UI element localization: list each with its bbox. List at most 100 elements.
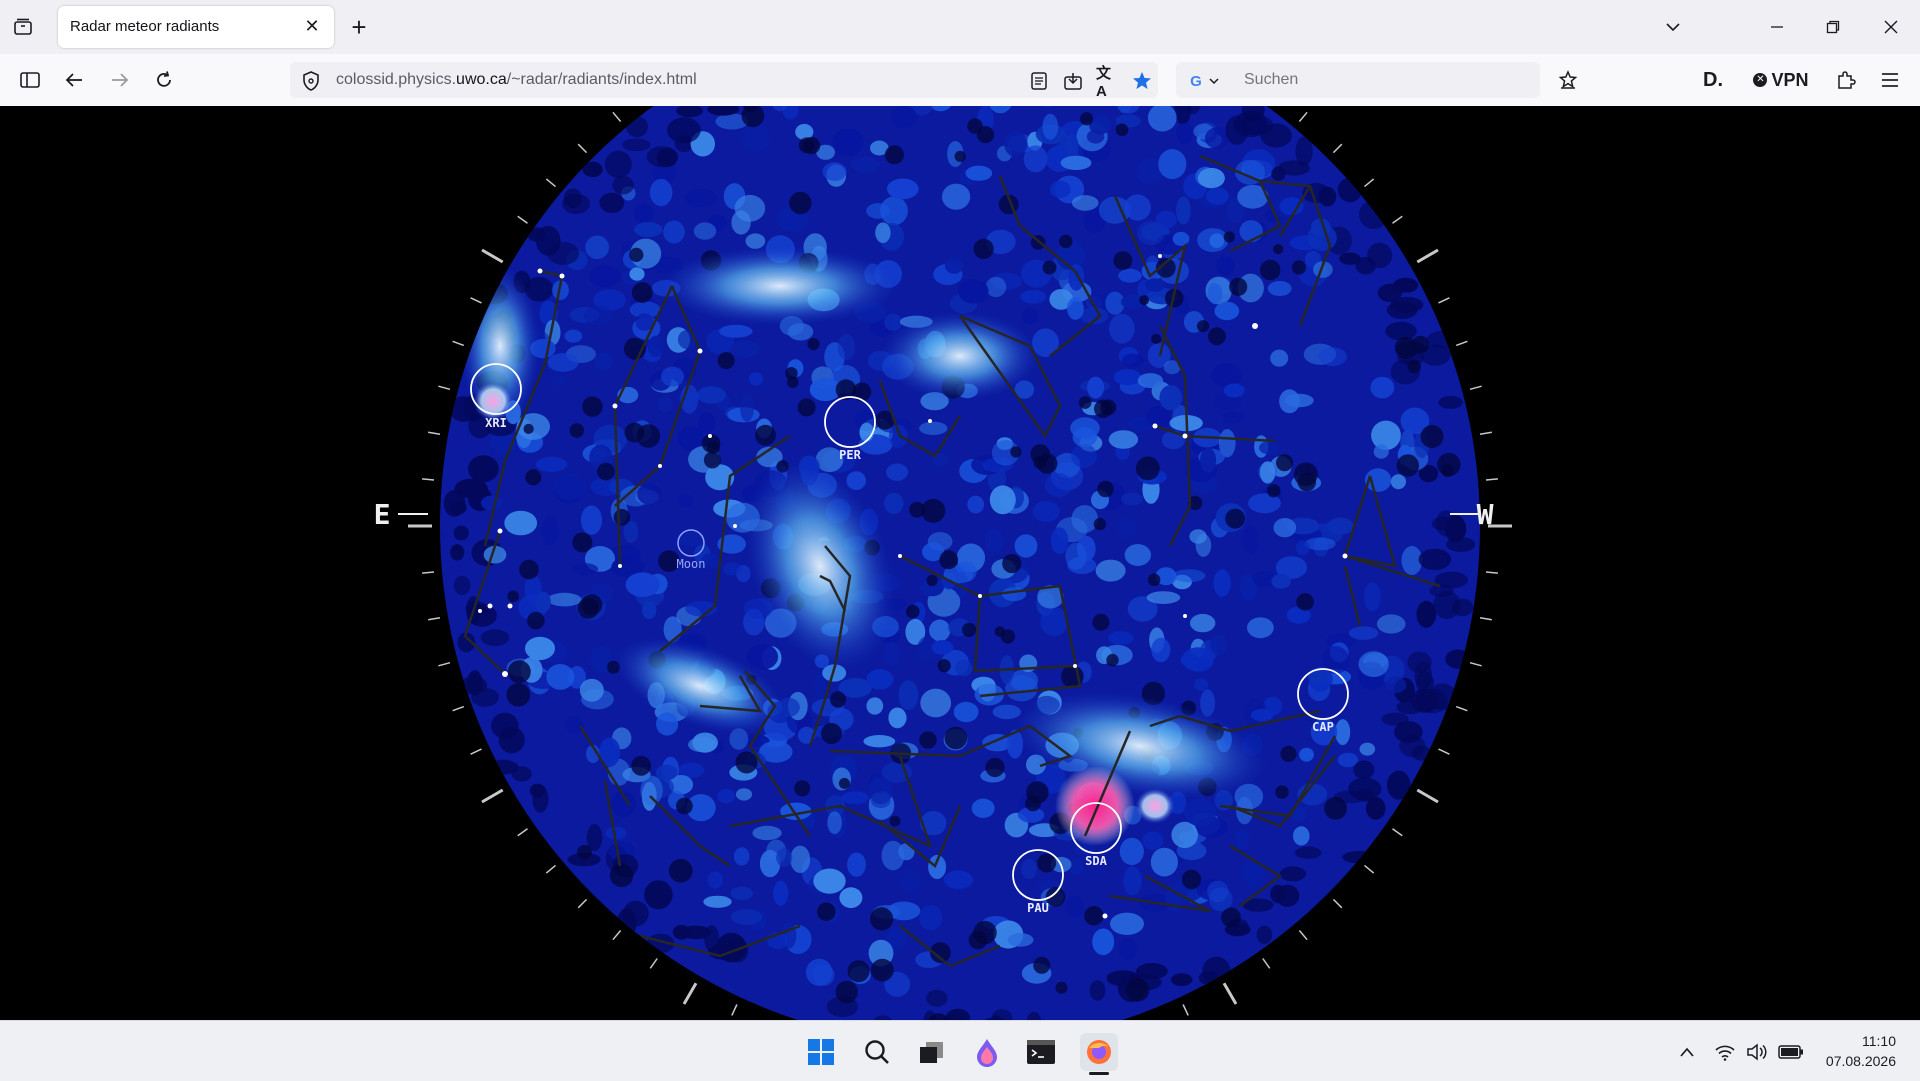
horizon-tick [1262,958,1271,969]
horizon-tick [481,248,504,264]
sidebar-toggle-icon[interactable] [16,66,44,94]
navigation-toolbar: colossid.physics.uwo.ca/~radar/radiants/… [0,54,1920,107]
horizon-tick [1364,864,1375,874]
svg-text:PAU: PAU [1027,901,1049,915]
reader-view-icon[interactable] [1028,70,1050,92]
horizon-tick [1455,340,1468,347]
search-icon[interactable] [860,1035,894,1069]
tab-title: Radar meteor radiants [70,18,220,35]
clock-time: 11:10 [1862,1033,1896,1049]
vpn-extension-button[interactable]: ✕ VPN [1748,66,1814,94]
horizon-tick [470,297,482,304]
horizon-tick [612,930,622,941]
terminal-app-icon[interactable] [1024,1035,1058,1069]
new-tab-button[interactable]: + [344,12,374,42]
horizon-tick [428,616,441,621]
horizon-tick [481,788,504,804]
bookmark-star-icon[interactable] [1130,69,1154,93]
close-tab-icon[interactable]: ✕ [298,12,326,40]
horizon-tick [731,1004,738,1016]
tab-list-chevron-icon[interactable] [1660,14,1686,40]
tab-overview-icon[interactable] [10,14,36,40]
extensions-pin-icon[interactable] [1554,66,1582,94]
horizon-tick [1392,215,1403,224]
horizon-tick [438,661,451,667]
vpn-off-icon: ✕ [1753,73,1768,87]
horizon-tick [1479,431,1492,436]
horizon-tick [577,143,588,154]
horizon-tick [682,982,698,1005]
svg-text:Moon: Moon [677,557,706,571]
forward-icon[interactable] [106,66,134,94]
horizon-tick [1469,661,1482,667]
reload-icon[interactable] [150,66,178,94]
volume-icon[interactable] [1744,1039,1770,1065]
horizon-tick [1416,788,1439,804]
horizon-tick [438,385,451,391]
clock-date: 07.08.2026 [1825,1053,1896,1069]
active-tab[interactable]: Radar meteor radiants ✕ [58,6,334,48]
search-input[interactable] [1242,70,1526,90]
radiant-sky-map: E W Moon XRI PER CAP SDA PAU [374,106,1512,1020]
svg-text:XRI: XRI [485,416,507,430]
search-engine-google-icon[interactable]: G [1184,70,1226,92]
horizon-tick [1392,828,1403,837]
horizon-tick [1298,111,1308,122]
battery-icon[interactable] [1776,1039,1806,1065]
close-window-icon[interactable] [1876,14,1906,40]
horizon-tick [577,898,588,909]
horizon-tick [452,340,465,347]
active-app-indicator [1089,1072,1109,1075]
svg-text:CAP: CAP [1312,720,1334,734]
horizon-tick [545,178,556,188]
horizon-tick [1416,248,1439,264]
horizon-tick [1438,748,1450,755]
address-bar[interactable]: colossid.physics.uwo.ca/~radar/radiants/… [290,62,1158,100]
svg-text:W: W [1477,498,1494,531]
task-view-icon[interactable] [914,1035,948,1069]
horizon-tick [649,958,658,969]
svg-text:SDA: SDA [1085,854,1107,868]
horizon-tick [1364,178,1375,188]
horizon-tick [1438,297,1450,304]
horizon-tick [1485,571,1498,574]
minimize-icon[interactable] [1762,14,1792,40]
back-icon[interactable] [60,66,88,94]
tracking-protection-icon[interactable] [300,70,322,92]
horizon-tick [1332,143,1343,154]
translate-icon[interactable]: 文A [1096,65,1118,100]
show-hidden-icons-chevron-icon[interactable] [1674,1039,1700,1065]
tab-strip: Radar meteor radiants ✕ + [0,0,1920,54]
horizon-tick [1469,385,1482,391]
horizon-tick [612,111,622,122]
svg-text:PER: PER [839,448,861,462]
start-windows-icon[interactable] [804,1035,838,1069]
svg-text:E: E [374,498,391,531]
horizon-tick [1332,898,1343,909]
copilot-app-icon[interactable] [970,1035,1004,1069]
restore-icon[interactable] [1818,14,1848,40]
horizon-tick [517,828,528,837]
horizon-tick [422,478,435,481]
wifi-icon[interactable] [1712,1039,1738,1065]
dashlane-extension-icon[interactable]: D. [1698,66,1728,94]
firefox-app-icon[interactable] [1080,1033,1118,1075]
horizon-tick [428,431,441,436]
horizon-tick [422,571,435,574]
search-bar[interactable]: G [1176,62,1540,98]
horizon-tick [1485,478,1498,481]
save-to-pocket-icon[interactable] [1062,70,1084,92]
app-menu-icon[interactable] [1876,66,1904,94]
system-clock[interactable]: 11:10 07.08.2026 [1826,1031,1896,1071]
horizon-tick [1455,705,1468,712]
windows-taskbar: 11:10 07.08.2026 [0,1020,1920,1081]
horizon-tick [452,705,465,712]
vpn-label: VPN [1771,69,1809,90]
horizon-tick [517,215,528,224]
horizon-tick [1479,616,1492,621]
horizon-tick [1298,930,1308,941]
horizon-tick [470,748,482,755]
horizon-tick [1222,982,1238,1005]
extensions-puzzle-icon[interactable] [1832,66,1860,94]
horizon-tick [1182,1004,1189,1016]
